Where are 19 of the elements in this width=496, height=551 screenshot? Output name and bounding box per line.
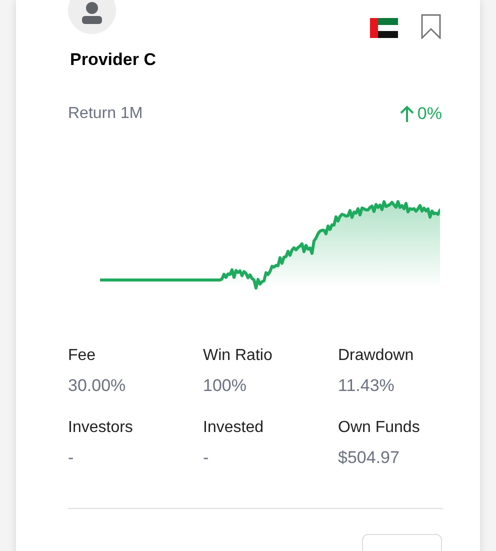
stat-value: 30.00% [68, 376, 127, 396]
stat-label: Own Funds [338, 418, 421, 438]
return-label: Return 1M [68, 104, 143, 124]
provider-name: Provider C [70, 49, 156, 71]
return-value: 0% [417, 103, 442, 125]
bookmark-icon[interactable] [421, 14, 441, 39]
stat-label: Drawdown [338, 346, 415, 366]
stat-value: $504.97 [338, 448, 400, 468]
flag-icon [370, 18, 398, 38]
stat-label: Invested [203, 418, 264, 438]
stat-value: 100% [203, 376, 248, 396]
arrow-up-icon [399, 104, 416, 123]
stat-value: - [68, 448, 75, 468]
avatar-icon [68, 0, 116, 34]
stat-value: - [203, 448, 210, 468]
stat-value: 11.43% [338, 376, 396, 396]
stat-label: Investors [68, 418, 134, 438]
stat-label: Fee [68, 346, 97, 366]
stat-label: Win Ratio [203, 346, 274, 366]
